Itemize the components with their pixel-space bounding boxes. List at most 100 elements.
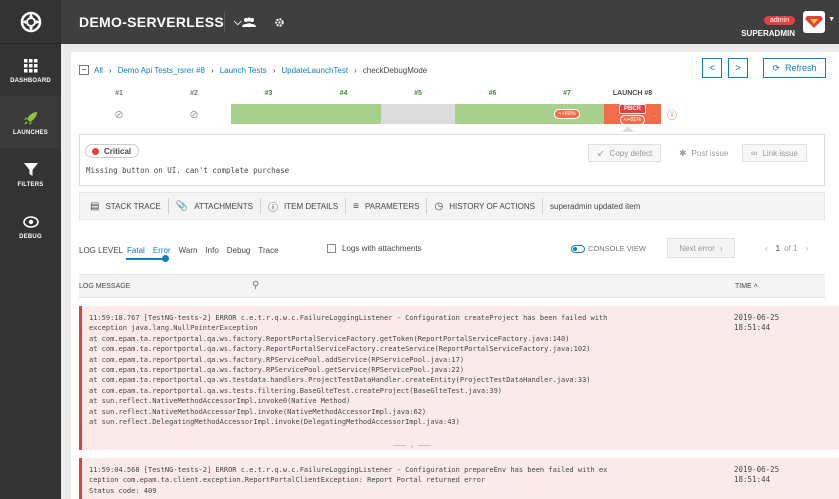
log-row[interactable]: 11:59:18.767 [TestNG-tests-2] ERROR c.e.… xyxy=(79,306,839,450)
reportportal-logo[interactable] xyxy=(0,0,61,44)
sidebar-item-debug[interactable]: DEBUG xyxy=(0,200,61,252)
parameters-icon: ≡ xyxy=(353,200,359,212)
tab-divider xyxy=(260,198,261,214)
superman-avatar-icon xyxy=(805,16,823,28)
col-log-message: LOG MESSAGE xyxy=(79,283,131,290)
avatar[interactable] xyxy=(803,11,825,33)
col-time[interactable]: TIME ˄ xyxy=(735,283,758,290)
sidebar-item-launches[interactable]: LAUNCHES xyxy=(0,96,61,148)
tab-item-details[interactable]: ⓘ ITEM DETAILS xyxy=(268,199,338,214)
rocket-icon xyxy=(23,109,39,127)
breadcrumb-current: checkDebugMode xyxy=(362,65,428,75)
log-level-slider-handle[interactable] xyxy=(162,255,169,262)
log-row[interactable]: 11:59:04.568 [TestNG-tests-2] ERROR c.e.… xyxy=(79,458,839,499)
prev-page-icon[interactable]: ‹ xyxy=(765,244,768,253)
user-role-badge: admin xyxy=(763,16,795,25)
project-selector[interactable]: DEMO-SERVERLESS ⌵ xyxy=(79,0,242,44)
retry-item[interactable]: #4 xyxy=(306,90,381,128)
breadcrumb-all[interactable]: All xyxy=(94,66,103,75)
tab-label: STACK TRACE xyxy=(105,201,161,211)
copy-defect-label: Copy defect xyxy=(609,148,653,158)
log-level-warn[interactable]: Warn xyxy=(179,246,198,255)
retry-item[interactable]: #5 xyxy=(381,90,455,128)
breadcrumb-suite[interactable]: Launch Tests xyxy=(220,66,267,75)
info-icon: ⓘ xyxy=(667,110,677,122)
sort-asc-icon: ˄ xyxy=(753,283,758,290)
retry-chip: <+89% xyxy=(554,109,580,119)
next-item-button[interactable]: > xyxy=(728,58,748,78)
tab-history[interactable]: ◷ HISTORY OF ACTIONS xyxy=(434,201,535,212)
breadcrumb-separator: › xyxy=(272,65,276,75)
breadcrumb-launch[interactable]: Demo Api Tests_rsrer #8 xyxy=(118,66,205,75)
log-level-slider[interactable] xyxy=(126,258,166,260)
user-name: SUPERADMIN xyxy=(741,29,795,38)
retry-item[interactable]: #2 ⊘ xyxy=(157,90,231,128)
post-issue-button[interactable]: ✱ Post issue xyxy=(670,144,738,162)
sidebar-item-label: DEBUG xyxy=(19,233,42,240)
log-level-error[interactable]: Error xyxy=(153,246,171,255)
current-page: 1 xyxy=(775,244,781,253)
retry-chip: <+81% xyxy=(619,114,646,125)
defect-comment: Missing button on UI. can't complete pur… xyxy=(86,166,290,175)
filter-icon xyxy=(23,161,38,179)
search-icon[interactable]: ⚲ xyxy=(252,280,259,291)
retry-item[interactable]: #3 xyxy=(231,90,306,128)
next-error-label: Next error xyxy=(679,243,715,253)
prev-item-button[interactable]: < xyxy=(702,58,722,78)
retry-label: LAUNCH #8 xyxy=(612,90,653,97)
retry-info[interactable]: ⓘ xyxy=(661,90,683,128)
retry-bar-passed xyxy=(231,104,306,124)
breadcrumb-separator: › xyxy=(354,65,357,75)
selection-caret xyxy=(622,126,634,132)
sidebar-item-filters[interactable]: FILTERS xyxy=(0,148,61,200)
sidebar-item-label: LAUNCHES xyxy=(13,129,48,136)
retry-bar-interrupted xyxy=(381,104,455,124)
sidebar-item-dashboard[interactable]: DASHBOARD xyxy=(0,44,61,96)
members-icon[interactable] xyxy=(239,12,259,32)
retry-item[interactable]: #6 xyxy=(455,90,530,128)
log-level-fatal[interactable]: Fatal xyxy=(127,246,145,255)
copy-icon: ↙ xyxy=(597,147,605,158)
retry-bar-skipped: ⊘ xyxy=(81,104,157,124)
retry-bar-failed: <+89% xyxy=(530,104,604,124)
log-level-trace[interactable]: Trace xyxy=(258,246,278,255)
logs-with-attachments-checkbox[interactable]: Logs with attachments xyxy=(327,244,422,253)
tab-divider xyxy=(167,198,169,214)
settings-gear-icon[interactable] xyxy=(269,12,289,32)
top-header: DEMO-SERVERLESS ⌵ admin SUPERADMIN ▼ xyxy=(61,0,839,44)
next-error-button[interactable]: Next error › xyxy=(667,238,735,258)
console-view-toggle[interactable]: CONSOLE VIEW xyxy=(571,244,646,253)
chevron-down-icon[interactable]: ▼ xyxy=(828,16,835,23)
log-time: 2019-06-25 18:51:44 xyxy=(734,465,780,485)
retries-timeline: #1 ⊘ #2 ⊘ #3 #4 #5 #6 #7 <+89% LAUNCH #8… xyxy=(81,90,683,128)
tab-stack-trace[interactable]: ▤ STACK TRACE xyxy=(90,201,161,212)
col-time-label: TIME xyxy=(735,283,752,290)
retry-label: #1 xyxy=(115,90,123,97)
log-table-header: LOG MESSAGE ⚲ TIME ˄ xyxy=(79,274,825,298)
retry-item-current[interactable]: LAUNCH #8 PBCR <+81% xyxy=(604,90,661,128)
next-page-icon[interactable]: › xyxy=(805,244,808,253)
sidebar-item-label: DASHBOARD xyxy=(10,77,51,84)
toggle-icon xyxy=(571,244,585,253)
expand-log-icon[interactable]: ——— ⌄ ——— xyxy=(82,440,742,450)
log-level-info[interactable]: Info xyxy=(205,246,218,255)
defect-type-badge: PBCR xyxy=(618,103,646,114)
tab-parameters[interactable]: ≡ PARAMETERS xyxy=(353,201,419,212)
retry-item[interactable]: #1 ⊘ xyxy=(81,90,157,128)
eye-icon xyxy=(22,213,39,231)
post-issue-label: Post issue xyxy=(691,148,729,158)
refresh-button[interactable]: ⟳ Refresh xyxy=(763,58,826,78)
link-issue-button[interactable]: ∞ Link issue xyxy=(742,144,807,162)
tab-label: HISTORY OF ACTIONS xyxy=(449,201,535,211)
chevron-right-icon: › xyxy=(719,243,723,253)
breadcrumb-test[interactable]: UpdateLaunchTest xyxy=(281,66,348,75)
breadcrumb-separator: › xyxy=(211,65,214,75)
tab-divider xyxy=(542,198,543,214)
tab-attachments[interactable]: 📎 ATTACHMENTS xyxy=(176,201,253,212)
collapse-icon[interactable] xyxy=(79,65,89,75)
copy-defect-button[interactable]: ↙ Copy defect xyxy=(588,144,662,162)
info-icon: ⓘ xyxy=(268,202,278,214)
log-level-debug[interactable]: Debug xyxy=(227,246,251,255)
severity-badge: Critical xyxy=(85,144,140,158)
retry-item[interactable]: #7 <+89% xyxy=(530,90,604,128)
